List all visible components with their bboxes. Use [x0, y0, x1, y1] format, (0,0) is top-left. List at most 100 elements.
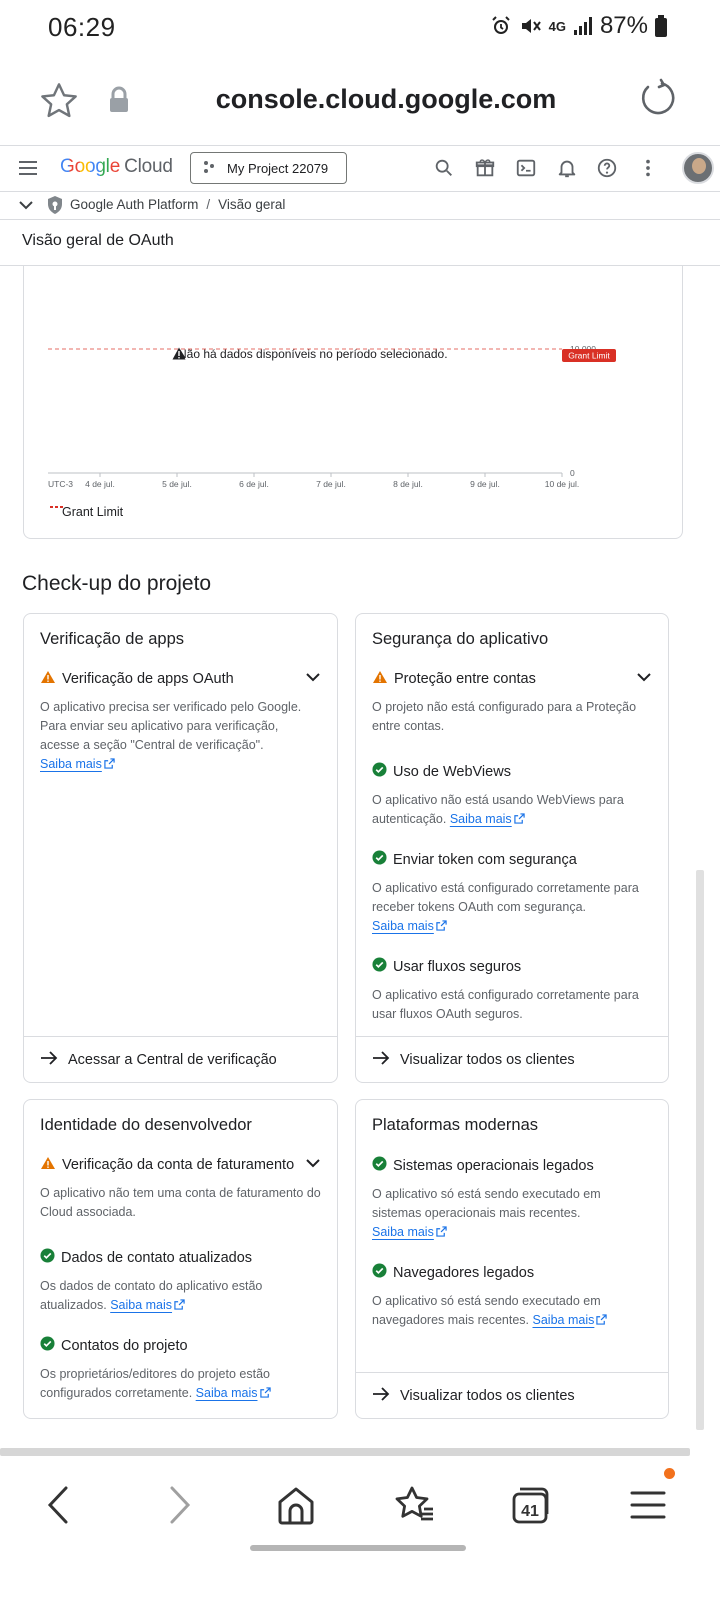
check-circle-icon [372, 1156, 387, 1175]
chevron-down-icon[interactable] [18, 198, 34, 215]
check-circle-icon [372, 850, 387, 869]
project-picker-button[interactable]: My Project 22079 [190, 152, 347, 184]
external-link-icon [596, 1314, 608, 1325]
warning-icon [40, 670, 56, 688]
signal-icon [572, 15, 594, 37]
learn-more-link[interactable]: Saiba mais [372, 919, 447, 933]
x-tick-label: 4 de jul. [85, 479, 115, 489]
item-label: Dados de contato atualizados [61, 1249, 253, 1266]
item-description: O projeto não está configurado para a Pr… [372, 700, 637, 733]
item-label: Verificação da conta de faturamento [62, 1157, 295, 1173]
x-tick-label: 7 de jul. [316, 479, 346, 489]
forward-icon[interactable] [162, 1484, 196, 1531]
bookmarks-icon[interactable] [394, 1484, 436, 1531]
item-description: O aplicativo precisa ser verificado pelo… [40, 700, 302, 752]
battery-level: 87% [599, 12, 648, 39]
item-label: Enviar token com segurança [393, 851, 577, 868]
avatar[interactable] [682, 152, 714, 184]
verification-center-link[interactable]: Acessar a Central de verificação [24, 1036, 337, 1082]
item-label: Contatos do projeto [61, 1337, 188, 1354]
mute-icon [519, 14, 543, 38]
grant-chart: UTC-3 4 de jul. 5 de jul. 6 de jul. 7 de jul… [48, 344, 616, 489]
chevron-down-icon[interactable] [636, 671, 652, 687]
learn-more-link[interactable]: Saiba mais [533, 1313, 608, 1327]
project-name: My Project 22079 [227, 160, 329, 176]
check-item: Sistemas operacionais legados O aplicati… [372, 1156, 652, 1242]
vertical-scrollbar[interactable] [696, 870, 704, 1430]
external-link-icon [436, 1226, 447, 1237]
learn-more-link[interactable]: Saiba mais [196, 1386, 271, 1400]
card-app-security: Segurança do aplicativo Proteção entre c… [355, 613, 669, 1083]
item-description: O aplicativo está configurado corretamen… [372, 988, 639, 1021]
x-tick-label: 6 de jul. [239, 479, 269, 489]
learn-more-link[interactable]: Saiba mais [40, 757, 115, 771]
item-label: Navegadores legados [393, 1264, 535, 1281]
check-item: Dados de contato atualizados Os dados de… [40, 1248, 321, 1315]
item-label: Usar fluxos seguros [393, 958, 522, 975]
item-label: Uso de WebViews [393, 763, 511, 780]
item-description: O aplicativo não tem uma conta de fatura… [40, 1186, 321, 1219]
item-label: Proteção entre contas [394, 671, 536, 687]
check-item: Verificação da conta de faturamento O ap… [40, 1156, 321, 1222]
chevron-down-icon[interactable] [305, 671, 321, 687]
more-vert-icon[interactable] [637, 157, 659, 184]
search-icon[interactable] [433, 157, 455, 184]
page-title: Visão geral de OAuth [22, 232, 174, 249]
network-type: 4G [548, 18, 566, 34]
chart-legend: Grant Limit [50, 505, 123, 519]
card-title: Identidade do desenvolvedor [40, 1116, 252, 1134]
external-link-icon [104, 758, 115, 769]
help-icon[interactable] [596, 157, 618, 184]
alarm-icon [489, 14, 513, 38]
shield-icon [46, 195, 64, 218]
arrow-right-icon [372, 1386, 390, 1406]
logo-google: Google [60, 156, 121, 177]
menu-icon[interactable] [16, 158, 40, 183]
check-item: Proteção entre contas O projeto não está… [372, 670, 652, 736]
menu-icon[interactable] [628, 1484, 668, 1531]
view-all-clients-link[interactable]: Visualizar todos os clientes [356, 1036, 668, 1082]
breadcrumb-current[interactable]: Visão geral [218, 197, 285, 212]
breadcrumb-platform[interactable]: Google Auth Platform [70, 197, 198, 212]
google-cloud-logo[interactable]: Google Cloud [60, 156, 173, 178]
warning-icon [40, 1156, 56, 1174]
arrow-right-icon [372, 1050, 390, 1070]
learn-more-link[interactable]: Saiba mais [450, 812, 525, 826]
back-icon[interactable] [42, 1484, 76, 1531]
check-item: Navegadores legados O aplicativo só está… [372, 1263, 652, 1330]
status-time: 06:29 [48, 12, 116, 42]
chevron-down-icon[interactable] [305, 1157, 321, 1173]
tabs-icon[interactable]: 41 [510, 1484, 552, 1531]
home-icon[interactable] [276, 1484, 316, 1531]
y-tick-label: 0 [570, 468, 575, 478]
home-indicator[interactable] [250, 1545, 466, 1551]
bell-icon[interactable] [556, 157, 578, 184]
learn-more-link[interactable]: Saiba mais [110, 1298, 185, 1312]
check-circle-icon [372, 1263, 387, 1282]
view-all-clients-link[interactable]: Visualizar todos os clientes [356, 1372, 668, 1418]
section-title: Check-up do projeto [22, 572, 212, 595]
learn-more-link[interactable]: Saiba mais [372, 1225, 447, 1239]
card-developer-identity: Identidade do desenvolvedor Verificação … [23, 1099, 338, 1419]
x-tick-label: 10 de jul. [545, 479, 580, 489]
item-description: O aplicativo só está sendo executado em … [372, 1187, 601, 1220]
check-circle-icon [40, 1248, 55, 1267]
horizontal-scrollbar[interactable] [0, 1448, 690, 1456]
no-data-message: Não há dados disponíveis no período sele… [172, 347, 448, 361]
gift-icon[interactable] [474, 157, 496, 184]
browser-address-bar: console.cloud.google.com [0, 62, 720, 144]
x-tick-label: 9 de jul. [470, 479, 500, 489]
external-link-icon [514, 813, 525, 824]
breadcrumb: Google Auth Platform / Visão geral [0, 192, 720, 218]
card-app-verification: Verificação de apps Verificação de apps … [23, 613, 338, 1083]
url-text[interactable]: console.cloud.google.com [0, 84, 720, 115]
legend-label: Grant Limit [62, 505, 124, 519]
chart-card: UTC-3 4 de jul. 5 de jul. 6 de jul. 7 de jul… [23, 265, 683, 539]
external-link-icon [436, 920, 447, 931]
terminal-icon[interactable] [515, 157, 537, 184]
logo-cloud: Cloud [124, 156, 173, 177]
browser-bottom-nav: 41 [0, 1460, 720, 1600]
arrow-right-icon [40, 1050, 58, 1070]
reload-icon[interactable] [638, 78, 678, 123]
check-item: Contatos do projeto Os proprietários/edi… [40, 1336, 321, 1403]
